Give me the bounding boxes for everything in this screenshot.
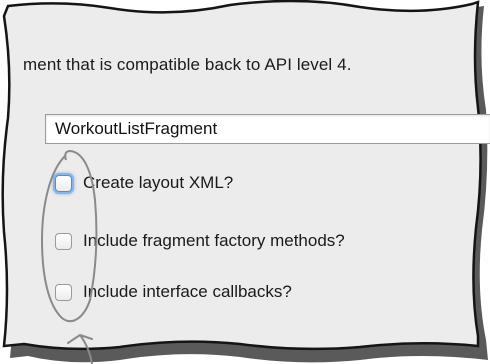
include-factory-methods-option[interactable]: Include fragment factory methods?: [55, 228, 345, 254]
dialog-description: ment that is compatible back to API leve…: [23, 55, 352, 74]
include-interface-callbacks-label[interactable]: Include interface callbacks?: [83, 282, 292, 302]
include-factory-methods-checkbox[interactable]: [55, 232, 72, 250]
include-factory-methods-label[interactable]: Include fragment factory methods?: [83, 231, 345, 251]
fragment-name-input[interactable]: [45, 114, 490, 144]
create-layout-xml-label[interactable]: Create layout XML?: [83, 173, 233, 193]
create-layout-xml-checkbox[interactable]: [55, 174, 72, 192]
create-layout-xml-option[interactable]: Create layout XML?: [55, 170, 233, 196]
include-interface-callbacks-checkbox[interactable]: [55, 283, 72, 301]
include-interface-callbacks-option[interactable]: Include interface callbacks?: [55, 279, 292, 305]
screenshot-stage: ment that is compatible back to API leve…: [0, 0, 490, 364]
